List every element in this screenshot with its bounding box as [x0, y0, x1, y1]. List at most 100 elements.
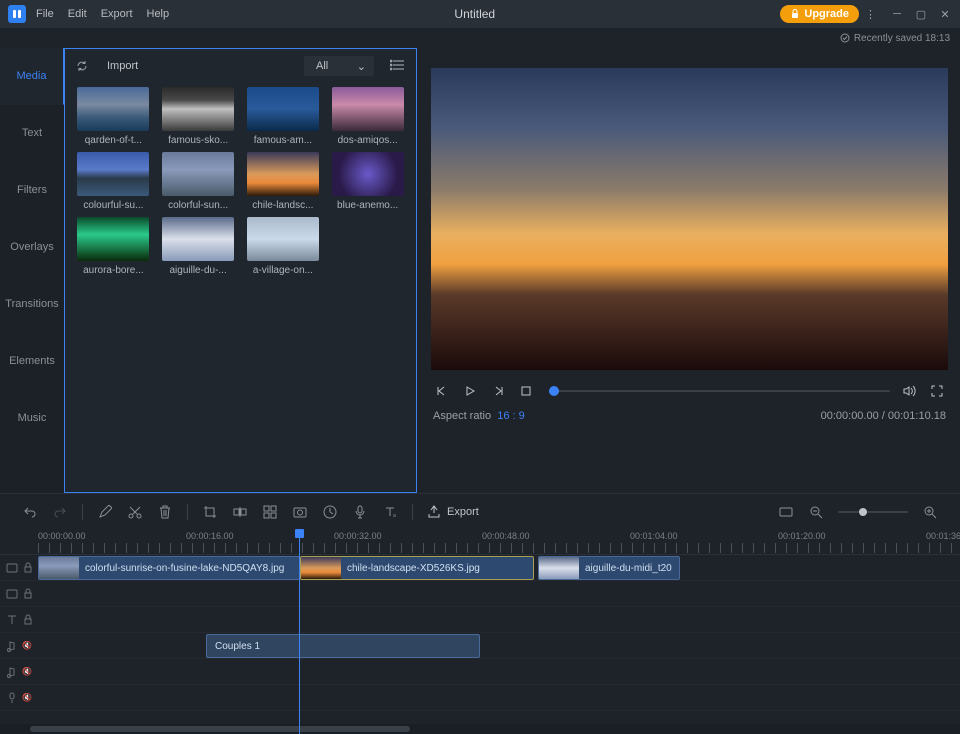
mute-icon[interactable]: 🔇: [22, 667, 32, 676]
audio-track-1: 🔇 Couples 1: [0, 633, 960, 659]
playhead[interactable]: [299, 529, 300, 734]
refresh-icon[interactable]: [75, 59, 89, 73]
more-menu-icon[interactable]: ⋮: [865, 8, 876, 21]
media-grid: qarden-of-t... famous-sko... famous-am...d…: [65, 83, 416, 492]
volume-icon[interactable]: [900, 382, 918, 400]
audio-clip[interactable]: Couples 1: [206, 634, 480, 658]
playback-scrubber[interactable]: [549, 390, 890, 392]
zoom-handle[interactable]: [859, 508, 867, 516]
aspect-ratio-value[interactable]: 16 : 9: [497, 410, 525, 422]
fit-icon[interactable]: [778, 504, 794, 520]
media-item[interactable]: famous-am...: [243, 87, 324, 146]
time-ruler[interactable]: 00:00:00.0000:00:16.0000:00:32.0000:00:4…: [0, 529, 960, 555]
media-header: Import All ⌄: [65, 49, 416, 83]
media-item[interactable]: dos-amiqos...: [327, 87, 408, 146]
tab-overlays[interactable]: Overlays: [0, 219, 64, 276]
fullscreen-icon[interactable]: [928, 382, 946, 400]
media-label: famous-sko...: [168, 135, 228, 146]
main-workspace: Media Text Filters Overlays Transitions …: [0, 48, 960, 493]
media-label: colorful-sun...: [168, 200, 228, 211]
menu-edit[interactable]: Edit: [68, 8, 87, 20]
text-tool-icon[interactable]: a: [382, 504, 398, 520]
crop-icon[interactable]: [202, 504, 218, 520]
lock-icon[interactable]: [22, 562, 34, 574]
zoom-slider[interactable]: [838, 511, 908, 513]
media-thumbnail: [247, 217, 319, 261]
media-item[interactable]: colourful-su...: [73, 152, 154, 211]
media-filter-select[interactable]: All ⌄: [304, 56, 374, 76]
media-item[interactable]: blue-anemo...: [327, 152, 408, 211]
app-logo: [8, 5, 26, 23]
track-body[interactable]: [38, 581, 960, 606]
timeline-clip[interactable]: aiguille-du-midi_t20: [538, 556, 680, 580]
next-frame-icon[interactable]: [489, 382, 507, 400]
scrubber-handle[interactable]: [549, 386, 559, 396]
upgrade-button[interactable]: Upgrade: [780, 5, 859, 23]
media-item[interactable]: aiguille-du-...: [158, 217, 239, 276]
media-item[interactable]: colorful-sun...: [158, 152, 239, 211]
split-icon[interactable]: [232, 504, 248, 520]
menu-file[interactable]: File: [36, 8, 54, 20]
mute-icon[interactable]: 🔇: [22, 641, 32, 650]
maximize-icon[interactable]: ▢: [914, 7, 928, 21]
list-view-icon[interactable]: [390, 59, 406, 74]
mosaic-icon[interactable]: [262, 504, 278, 520]
export-button[interactable]: Export: [427, 505, 479, 519]
track-head-audio[interactable]: 🔇: [0, 640, 38, 652]
track-head-text[interactable]: [0, 614, 38, 626]
voiceover-icon[interactable]: [352, 504, 368, 520]
clip-thumbnail: [539, 557, 579, 579]
zoom-in-icon[interactable]: [922, 504, 938, 520]
track-body[interactable]: [38, 607, 960, 632]
edit-icon[interactable]: [97, 504, 113, 520]
clip-label: colorful-sunrise-on-fusine-lake-ND5QAY8.…: [79, 563, 284, 574]
chevron-down-icon: ⌄: [357, 60, 366, 73]
tab-filters[interactable]: Filters: [0, 162, 64, 219]
speed-icon[interactable]: [322, 504, 338, 520]
svg-text:a: a: [393, 513, 396, 519]
timeline-scrollbar[interactable]: [0, 724, 960, 734]
minimize-icon[interactable]: ─: [890, 7, 904, 21]
close-icon[interactable]: ✕: [938, 7, 952, 21]
play-icon[interactable]: [461, 382, 479, 400]
cut-icon[interactable]: [127, 504, 143, 520]
prev-frame-icon[interactable]: [433, 382, 451, 400]
clip-thumbnail: [301, 557, 341, 579]
media-item[interactable]: chile-landsc...: [243, 152, 324, 211]
track-head-voice[interactable]: 🔇: [0, 692, 38, 704]
audio-track-body[interactable]: Couples 1: [38, 633, 960, 658]
tab-transitions[interactable]: Transitions: [0, 276, 64, 333]
player-controls: [431, 370, 948, 408]
scrollbar-thumb[interactable]: [30, 726, 410, 732]
zoom-out-icon[interactable]: [808, 504, 824, 520]
delete-icon[interactable]: [157, 504, 173, 520]
import-button[interactable]: Import: [107, 60, 138, 72]
snapshot-icon[interactable]: [292, 504, 308, 520]
lock-icon[interactable]: [22, 614, 34, 626]
tab-media[interactable]: Media: [0, 48, 64, 105]
track-head-audio-2[interactable]: 🔇: [0, 666, 38, 678]
media-item[interactable]: qarden-of-t...: [73, 87, 154, 146]
menu-help[interactable]: Help: [147, 8, 170, 20]
lock-icon[interactable]: [22, 588, 34, 600]
timeline-clip[interactable]: chile-landscape-XD526KS.jpg: [300, 556, 534, 580]
timeline-clip[interactable]: colorful-sunrise-on-fusine-lake-ND5QAY8.…: [38, 556, 300, 580]
undo-icon[interactable]: [22, 504, 38, 520]
time-tick: 00:00:00.00: [38, 531, 86, 541]
stop-icon[interactable]: [517, 382, 535, 400]
media-item[interactable]: a-village-on...: [243, 217, 324, 276]
tab-text[interactable]: Text: [0, 105, 64, 162]
media-item[interactable]: aurora-bore...: [73, 217, 154, 276]
track-head-overlay[interactable]: [0, 588, 38, 600]
media-label: colourful-su...: [83, 200, 143, 211]
mute-icon[interactable]: 🔇: [22, 693, 32, 702]
video-track-body[interactable]: colorful-sunrise-on-fusine-lake-ND5QAY8.…: [38, 555, 960, 580]
media-item[interactable]: famous-sko...: [158, 87, 239, 146]
track-body[interactable]: [38, 659, 960, 684]
track-head-video[interactable]: [0, 562, 38, 574]
tab-music[interactable]: Music: [0, 390, 64, 447]
track-body[interactable]: [38, 685, 960, 710]
menu-export[interactable]: Export: [101, 8, 133, 20]
redo-icon[interactable]: [52, 504, 68, 520]
tab-elements[interactable]: Elements: [0, 333, 64, 390]
